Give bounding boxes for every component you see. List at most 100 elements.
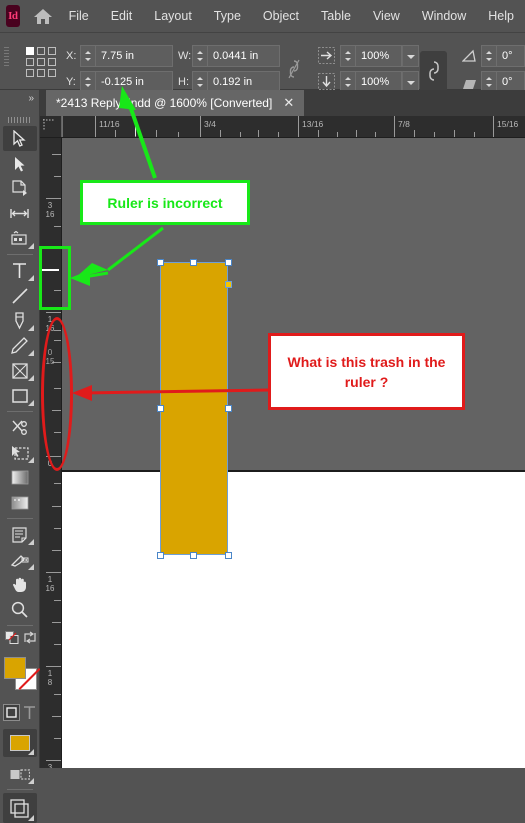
content-grabber-handle[interactable] bbox=[225, 281, 232, 288]
tool-flyout-corner bbox=[27, 325, 34, 331]
gap-tool[interactable] bbox=[3, 201, 37, 226]
indesign-window: Id File Edit Layout Type Object Table Vi… bbox=[0, 0, 525, 823]
selection-handle-bottom-right[interactable] bbox=[225, 552, 232, 559]
menu-item-window[interactable]: Window bbox=[411, 5, 477, 27]
selection-handle-middle-left[interactable] bbox=[157, 405, 164, 412]
w-stepper[interactable] bbox=[192, 45, 207, 67]
w-field[interactable]: 0.0441 in bbox=[207, 45, 280, 67]
vruler-label-3-16-lower: 316 bbox=[47, 763, 53, 768]
tool-flyout-corner bbox=[27, 275, 34, 281]
selection-handle-top-left[interactable] bbox=[157, 259, 164, 266]
apply-color-button[interactable] bbox=[2, 729, 37, 757]
normal-view-mode-button[interactable] bbox=[3, 762, 37, 786]
direct-selection-tool[interactable] bbox=[3, 151, 37, 176]
scale-x-dropdown[interactable] bbox=[402, 45, 419, 67]
hruler-label-0: 11/16 bbox=[99, 119, 120, 129]
menu-items: File Edit Layout Type Object Table View … bbox=[58, 5, 525, 27]
selection-tool[interactable] bbox=[2, 126, 37, 151]
hand-tool[interactable] bbox=[3, 572, 37, 597]
tools-panel-grip[interactable] bbox=[8, 117, 32, 123]
formatting-target-controls bbox=[0, 703, 40, 725]
content-collector-tool[interactable] bbox=[3, 226, 37, 251]
horizontal-ruler[interactable]: 11/16 3/4 13/16 7/8 15/16 bbox=[40, 116, 525, 138]
close-icon[interactable]: ✕ bbox=[283, 90, 294, 116]
menu-item-file[interactable]: File bbox=[58, 5, 100, 27]
selection-handle-bottom-left[interactable] bbox=[157, 552, 164, 559]
tool-flyout-corner bbox=[27, 375, 34, 381]
document-tab-bar: *2413 Reply .indd @ 1600% [Converted] ✕ bbox=[40, 90, 525, 116]
constrain-scale-button[interactable] bbox=[420, 51, 447, 95]
tool-flyout-corner bbox=[27, 350, 34, 356]
red-annotation-note: What is this trash in the ruler ? bbox=[268, 333, 465, 410]
eyedropper-tool[interactable] bbox=[3, 547, 37, 572]
menu-item-help[interactable]: Help bbox=[477, 5, 525, 27]
page-tool[interactable] bbox=[3, 176, 37, 201]
document-tab[interactable]: *2413 Reply .indd @ 1600% [Converted] ✕ bbox=[46, 90, 305, 116]
tool-flyout-corner bbox=[27, 243, 34, 249]
gradient-feather-tool[interactable] bbox=[3, 490, 37, 515]
menu-item-layout[interactable]: Layout bbox=[143, 5, 203, 27]
ruler-label-highlight-annotation bbox=[39, 246, 71, 310]
ruler-trash-ellipse-annotation bbox=[41, 317, 73, 471]
free-transform-tool[interactable] bbox=[3, 440, 37, 465]
tool-flyout-corner bbox=[27, 749, 34, 755]
menu-item-object[interactable]: Object bbox=[252, 5, 310, 27]
gradient-swatch-tool[interactable] bbox=[3, 465, 37, 490]
format-container-icon[interactable] bbox=[3, 704, 20, 721]
rotation-stepper[interactable] bbox=[481, 45, 496, 67]
document-tab-title: *2413 Reply .indd @ 1600% [Converted] bbox=[56, 96, 273, 110]
screen-mode-button[interactable] bbox=[2, 793, 37, 823]
pencil-tool[interactable] bbox=[3, 333, 37, 358]
expand-panel-icon[interactable]: » bbox=[28, 93, 34, 104]
toolbar-divider bbox=[6, 411, 33, 412]
indesign-logo-icon: Id bbox=[6, 5, 20, 27]
menu-item-type[interactable]: Type bbox=[203, 5, 252, 27]
document-canvas[interactable] bbox=[62, 138, 525, 768]
tool-flyout-corner bbox=[27, 400, 34, 406]
pen-tool[interactable] bbox=[3, 308, 37, 333]
menu-item-table[interactable]: Table bbox=[310, 5, 362, 27]
rotation-field[interactable]: 0° bbox=[496, 45, 525, 67]
ruler-guide-marker bbox=[135, 118, 136, 136]
menu-item-view[interactable]: View bbox=[362, 5, 411, 27]
line-tool[interactable] bbox=[3, 283, 37, 308]
ruler-origin-box[interactable] bbox=[40, 116, 62, 137]
control-panel-grip[interactable] bbox=[4, 47, 9, 75]
selection-handle-top-center[interactable] bbox=[190, 259, 197, 266]
tool-flyout-corner bbox=[27, 778, 34, 784]
scale-x-field[interactable]: 100% bbox=[355, 45, 402, 67]
rotation-angle-icon bbox=[461, 49, 476, 67]
document-page[interactable] bbox=[62, 472, 525, 768]
menu-item-edit[interactable]: Edit bbox=[100, 5, 144, 27]
vruler-label-1-16-lower: 1 16 bbox=[45, 575, 55, 593]
scissors-tool[interactable] bbox=[3, 415, 37, 440]
tools-panel-header: » bbox=[0, 90, 39, 112]
selection-handle-top-right[interactable] bbox=[225, 259, 232, 266]
scale-x-stepper[interactable] bbox=[340, 45, 355, 67]
fill-swatch[interactable] bbox=[4, 657, 26, 679]
rectangle-tool[interactable] bbox=[3, 383, 37, 408]
home-icon[interactable] bbox=[30, 5, 52, 27]
toolbar-divider bbox=[6, 789, 33, 790]
tool-flyout-corner bbox=[27, 815, 34, 821]
note-tool[interactable] bbox=[3, 522, 37, 547]
green-annotation-note: Ruler is incorrect bbox=[80, 180, 250, 225]
x-field[interactable]: 7.75 in bbox=[95, 45, 173, 67]
selection-handle-middle-right[interactable] bbox=[225, 405, 232, 412]
scale-horizontal-icon bbox=[318, 47, 335, 69]
zoom-tool[interactable] bbox=[3, 597, 37, 622]
toolbar-divider bbox=[6, 254, 33, 255]
format-text-icon[interactable] bbox=[23, 705, 36, 720]
fill-stroke-controls bbox=[0, 629, 40, 647]
constrain-width-height-icon[interactable] bbox=[287, 58, 301, 85]
selection-bounding-box bbox=[160, 262, 228, 555]
reference-point-proxy[interactable] bbox=[26, 47, 56, 77]
x-stepper[interactable] bbox=[80, 45, 95, 67]
default-fill-stroke-icon[interactable] bbox=[5, 631, 21, 645]
frame-tool[interactable] bbox=[3, 358, 37, 383]
type-tool[interactable] bbox=[3, 258, 37, 283]
y-field-label: Y: bbox=[66, 76, 76, 88]
swap-fill-stroke-icon[interactable] bbox=[23, 631, 37, 644]
selection-handle-bottom-center[interactable] bbox=[190, 552, 197, 559]
fill-stroke-swatches bbox=[0, 651, 40, 703]
